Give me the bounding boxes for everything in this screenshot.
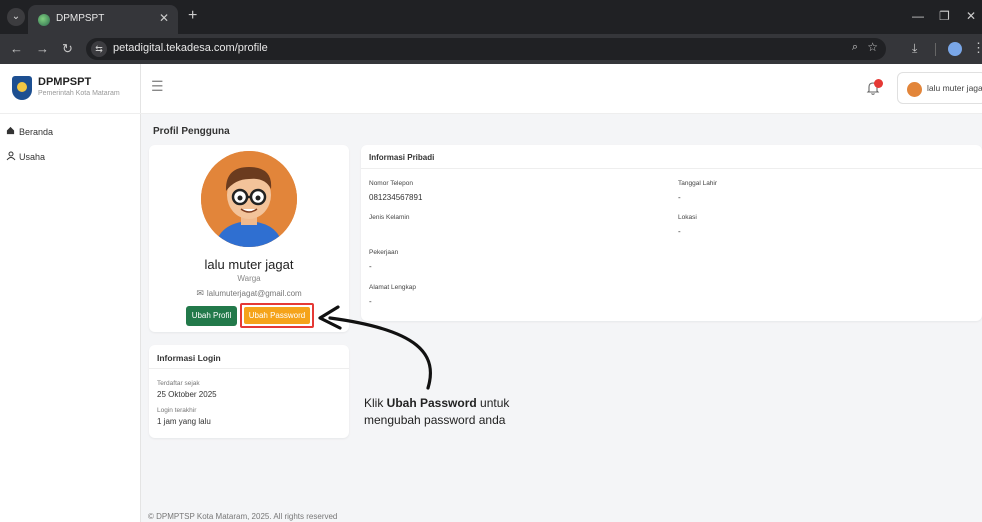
annotation-bold: Ubah Password [386,396,477,410]
annotation-suffix: untuk [476,396,510,410]
annotation-line-2: mengubah password anda [364,413,506,427]
annotation-line-1: Klik Ubah Password untuk [364,395,509,412]
annotation-prefix: Klik [364,396,387,410]
annotation-text: Klik Ubah Password untuk mengubah passwo… [364,395,509,429]
footer-copyright: © DPMPTSP Kota Mataram, 2025. All rights… [148,512,338,521]
annotation-arrow-icon [318,305,433,390]
